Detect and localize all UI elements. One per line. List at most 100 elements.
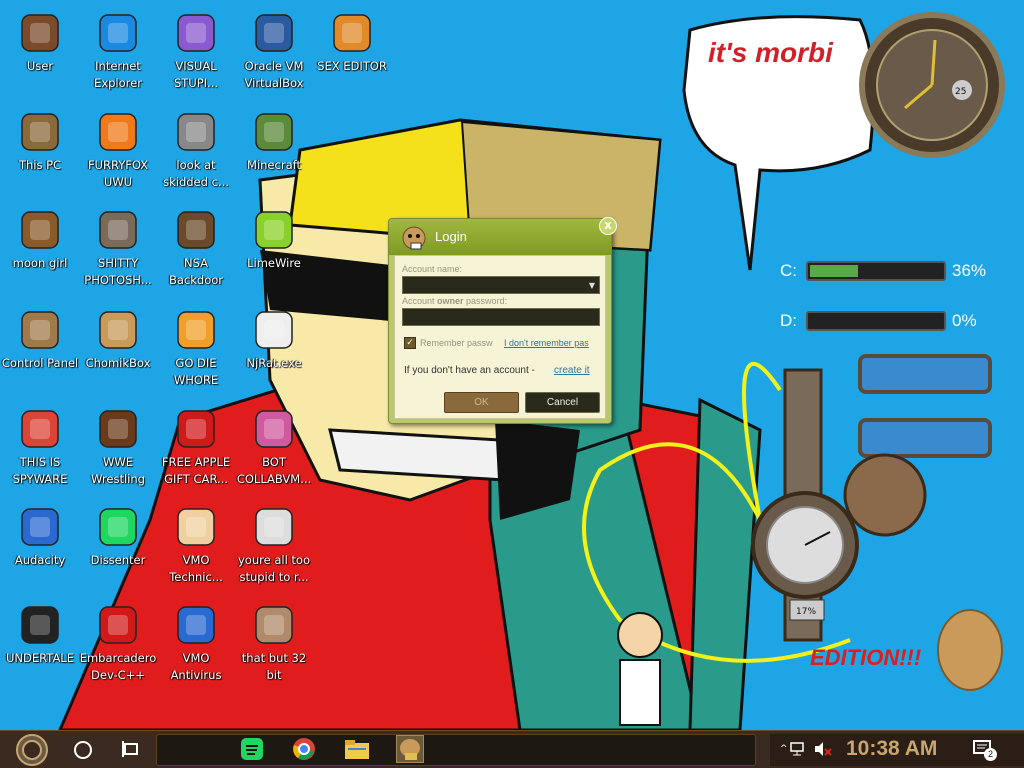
remember-checkbox[interactable]: ✓ [404,337,416,349]
chrome-icon[interactable] [292,737,316,761]
desktop-icon[interactable]: Minecraft [234,103,314,174]
edge-icon [95,10,141,56]
desktop-icon-label: VISUAL STUPI... [173,59,219,90]
ok-button[interactable]: OK [444,392,519,413]
owner-password-field[interactable] [402,308,600,326]
drive-percent: 36% [952,261,987,280]
dialog-body: Account name: ▼ Account owner password: … [394,255,606,419]
desktop-icon[interactable]: FURRYFOX UWU [78,103,158,191]
chevron-up-icon[interactable]: ^ [780,745,788,754]
desktop-icon[interactable]: NSA Backdoor [156,201,236,289]
minecraft-icon [251,109,297,155]
desktop-icon-label: UNDERTALE [6,651,74,665]
network-icon[interactable] [790,741,808,757]
desktop-icon-label: ChomikBox [85,356,151,370]
desktop-icon[interactable]: User [0,4,80,75]
account-name-field[interactable]: ▼ [402,276,600,294]
desktop-icon[interactable]: WWE Wrestling [78,400,158,488]
desktop-icon-label: Dissenter [90,553,146,567]
desktop-icon-label: FURRYFOX UWU [87,158,149,189]
desktop-icon-label: User [26,59,54,73]
desktop-icon-label: Internet Explorer [94,59,142,90]
chomikbox-taskbar-icon[interactable] [396,735,424,763]
file-explorer-icon[interactable] [344,737,370,761]
desktop-icon[interactable]: Control Panel [0,301,80,372]
drive-label: D: [780,311,797,330]
chevron-down-icon[interactable]: ▼ [589,281,595,290]
portrait2-icon [251,602,297,648]
desktop-icon[interactable]: THIS IS SPYWARE [0,400,80,488]
desktop-icon-label: WWE Wrestling [91,455,145,486]
gear-icon [16,734,48,766]
desktop-icon[interactable]: SEX EDITOR [312,4,392,75]
skull-icon [251,307,297,353]
chrome-icon [17,406,63,452]
portrait-icon [251,504,297,550]
desktop-icon[interactable]: VMO Technic... [156,498,236,586]
backdoor-icon [173,207,219,253]
desktop-icon[interactable]: Oracle VM VirtualBox [234,4,314,92]
wallpaper-red-text: EDITION!!! [810,645,921,670]
desktop-icon[interactable]: FREE APPLE GIFT CAR... [156,400,236,488]
create-account-link[interactable]: create it [554,365,590,376]
gauge-percent: 17% [796,607,816,617]
desktop-icon[interactable]: UNDERTALE [0,596,80,667]
desktop-icon[interactable]: Embarcadero Dev-C++ [78,596,158,684]
desktop-icon[interactable]: NjRat.exe [234,301,314,372]
control-panel-icon [17,307,63,353]
speech-text: it's morbi [708,37,834,68]
desktop-icon[interactable]: BOT COLLABVM... [234,400,314,488]
desktop-icon[interactable]: VISUAL STUPI... [156,4,236,92]
close-button[interactable]: x [599,217,617,235]
desktop-icon[interactable]: Internet Explorer [78,4,158,92]
desktop-icon[interactable]: This PC [0,103,80,174]
desktop-icon-label: SEX EDITOR [317,59,387,73]
drive-c-meter: C: 36% [740,258,1000,286]
stacked-windows-icon [173,109,219,155]
drive-label: C: [780,261,797,280]
start-button[interactable] [10,733,54,767]
spotify-icon[interactable] [240,737,264,761]
desktop-icon[interactable]: LimeWire [234,201,314,272]
dialog-title: Login [435,229,467,244]
taskbar-clock[interactable]: 10:38 AM [846,737,937,761]
de-icon [173,307,219,353]
desktop-icon[interactable]: ChomikBox [78,301,158,372]
desktop-icon[interactable]: Dissenter [78,498,158,569]
notification-count: 2 [984,748,997,761]
desktop-icon-label: LimeWire [247,256,301,270]
desktop-icon-label: Embarcadero Dev-C++ [79,651,157,682]
dialog-titlebar[interactable]: Login [389,219,611,255]
desktop-icon-label: NjRat.exe [246,356,302,370]
desktop-icon[interactable]: that but 32 bit [234,596,314,684]
taskbar: ^ 10:38 AM 2 [0,730,1024,768]
devcpp-icon [95,602,141,648]
desktop-icon[interactable]: GO DIE WHORE [156,301,236,389]
monitor-icon [251,406,297,452]
gimp-icon [95,207,141,253]
task-view-icon[interactable] [122,739,140,759]
desktop-icon-label: This PC [18,158,62,172]
desktop-icon-label: that but 32 bit [241,651,307,682]
forgot-password-link[interactable]: I don't remember pas [504,338,589,348]
spotify-icon [95,504,141,550]
desktop-icon[interactable]: youre all too stupid to r... [234,498,314,586]
desktop-icon-label: BOT COLLABVM... [236,455,312,486]
account-name-label: Account name: [402,264,463,274]
desktop-icon[interactable]: look at skidded c... [156,103,236,191]
desktop-icon-label: Control Panel [1,356,79,370]
desktop-icon-label: Oracle VM VirtualBox [244,59,304,90]
desktop-icon[interactable]: VMO Antivirus [156,596,236,684]
cancel-button[interactable]: Cancel [525,392,600,413]
oven-icon [95,406,141,452]
volume-muted-icon[interactable] [814,741,832,757]
desktop-icon[interactable]: Audacity [0,498,80,569]
search-circle-icon[interactable] [74,741,92,759]
drive-d-meter: D: 0% [740,308,1000,336]
notification-icon[interactable]: 2 [972,739,997,761]
desktop-icon[interactable]: moon girl [0,201,80,272]
document-icon [17,207,63,253]
desktop-icon[interactable]: SHITTY PHOTOSH... [78,201,158,289]
chomikbox-icon [95,307,141,353]
desktop-icon-label: youre all too stupid to r... [237,553,310,584]
